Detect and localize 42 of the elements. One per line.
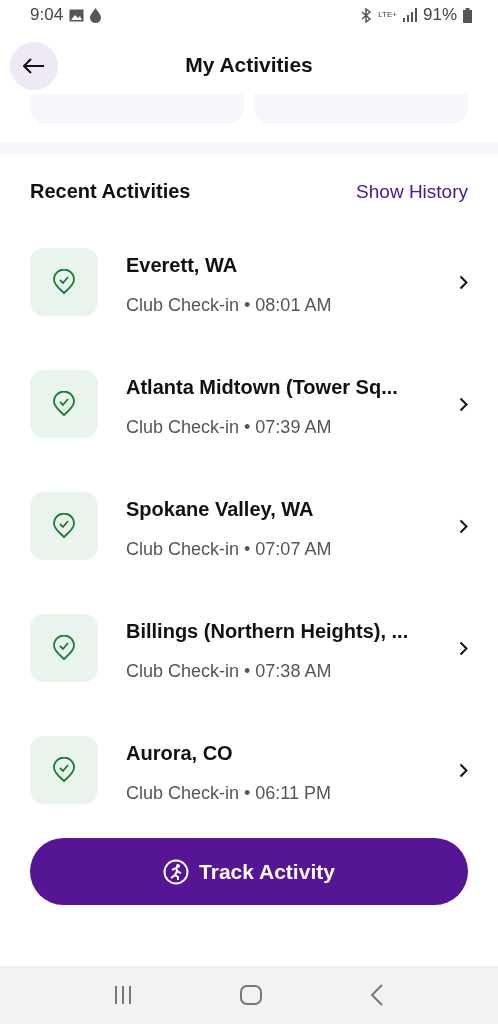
chevron-right-icon — [459, 640, 468, 656]
activity-detail: Club Check-in • 07:07 AM — [126, 539, 333, 560]
club-name: Aurora, CO — [126, 742, 234, 765]
activity-item[interactable]: Everett, WA Club Check-in • 08:01 AM — [0, 240, 498, 362]
chevron-right-icon — [459, 274, 468, 290]
back-arrow-icon — [23, 58, 45, 74]
chevron-right-icon — [459, 518, 468, 534]
chevron-right-icon — [459, 396, 468, 412]
bluetooth-icon — [360, 7, 373, 23]
location-check-icon — [53, 635, 75, 661]
page-title: My Activities — [184, 53, 314, 77]
battery-icon — [463, 7, 472, 23]
runner-icon — [163, 858, 190, 885]
location-check-icon — [53, 391, 75, 417]
activity-item[interactable]: Spokane Valley, WA Club Check-in • 07:07 AM — [0, 484, 498, 606]
drop-icon — [90, 7, 102, 23]
back-icon[interactable] — [370, 984, 384, 1006]
activity-detail: Club Check-in • 07:39 AM — [126, 417, 333, 438]
location-check-icon — [53, 513, 75, 539]
signal-icon — [402, 8, 417, 22]
network-label: LTE+ — [378, 11, 397, 19]
location-check-icon — [53, 269, 75, 295]
activity-detail: Club Check-in • 08:01 AM — [126, 295, 333, 316]
activity-item[interactable]: Billings (Northern Heights), ... Club Check-in • 07:38 AM — [0, 606, 498, 728]
club-name: Billings (Northern Heights), ... — [126, 620, 410, 643]
club-name: Spokane Valley, WA — [126, 498, 315, 521]
track-activity-button[interactable]: Track Activity — [30, 838, 468, 905]
back-button[interactable] — [10, 42, 58, 90]
show-history-link[interactable]: Show History — [356, 180, 468, 203]
image-icon — [69, 8, 85, 22]
activity-item[interactable]: Atlanta Midtown (Tower Sq... Club Check-in • 07:39 AM — [0, 362, 498, 484]
status-time: 9:04 — [30, 5, 64, 25]
home-icon[interactable] — [240, 985, 262, 1005]
section-title: Recent Activities — [30, 180, 191, 203]
activity-detail: Club Check-in • 06:11 PM — [126, 783, 333, 804]
club-name: Atlanta Midtown (Tower Sq... — [126, 376, 399, 399]
chevron-right-icon — [459, 762, 468, 778]
location-check-icon — [53, 757, 75, 783]
recent-apps-icon[interactable] — [114, 985, 132, 1005]
club-name: Everett, WA — [126, 254, 239, 277]
battery-percent: 91% — [422, 5, 457, 25]
activity-detail: Club Check-in • 07:38 AM — [126, 661, 333, 682]
